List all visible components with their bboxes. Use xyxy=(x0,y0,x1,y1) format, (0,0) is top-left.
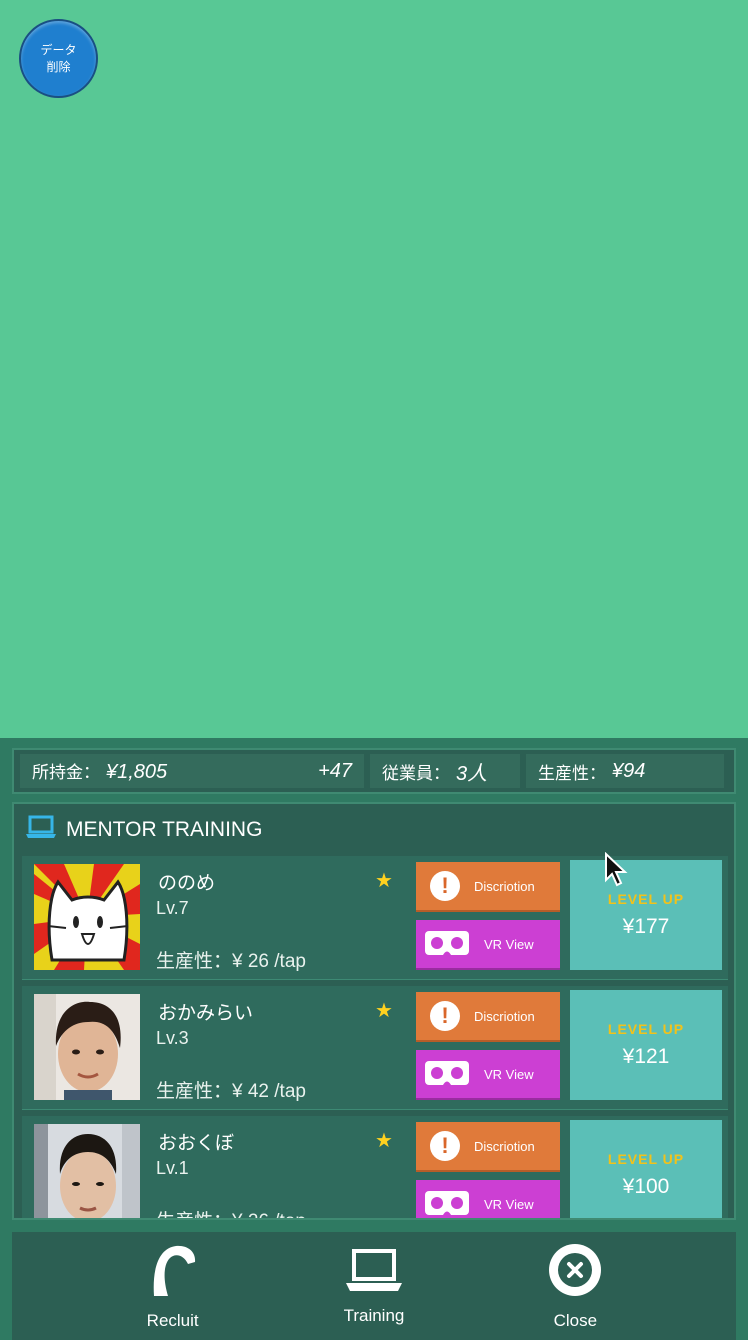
recruit-label: Recluit xyxy=(146,1310,199,1330)
mentor-level: Lv.1 xyxy=(156,1158,189,1178)
laptop-icon xyxy=(344,1247,404,1298)
vr-goggles-icon xyxy=(424,1188,470,1219)
level-up-button[interactable]: LEVEL UP ¥100 xyxy=(570,1120,722,1218)
exclamation-icon: ! xyxy=(430,1001,460,1031)
money-value: ¥1,805 xyxy=(106,761,168,783)
description-label: Discriotion xyxy=(474,878,535,894)
vr-goggles-icon xyxy=(424,1058,470,1091)
money-delta: +47 xyxy=(318,759,352,782)
mentor-level: Lv.7 xyxy=(156,898,189,918)
exclamation-icon: ! xyxy=(430,871,460,901)
employees-stat: 従業員： 3人 xyxy=(370,754,520,788)
level-up-label: LEVEL UP xyxy=(607,1021,685,1037)
training-header: MENTOR TRAINING xyxy=(14,804,734,856)
vr-view-label: VR View xyxy=(484,1066,534,1082)
employees-label: 従業員： xyxy=(382,763,450,783)
description-label: Discriotion xyxy=(474,1138,535,1154)
delete-data-label-line1: データ xyxy=(40,42,77,57)
productivity-label: 生産性： xyxy=(538,763,606,783)
close-label: Close xyxy=(553,1310,598,1330)
description-label: Discriotion xyxy=(474,1008,535,1024)
avatar xyxy=(34,1124,140,1218)
star-icon: ★ xyxy=(375,1130,393,1152)
close-icon xyxy=(547,1242,603,1303)
description-button[interactable]: ! Discriotion xyxy=(416,1122,560,1172)
mentor-name: ののめ xyxy=(158,873,216,894)
vr-view-button[interactable]: VR View xyxy=(416,920,560,970)
mentor-productivity: 生産性：¥ 42 /tap xyxy=(156,1081,306,1102)
level-up-button[interactable]: LEVEL UP ¥177 xyxy=(570,860,722,970)
training-title: MENTOR TRAINING xyxy=(66,818,263,841)
recruit-icon xyxy=(148,1242,198,1303)
bottom-nav: Recluit Training Close xyxy=(12,1232,736,1340)
nav-training-button[interactable]: Training xyxy=(314,1247,434,1326)
laptop-icon xyxy=(24,814,58,846)
mentor-row: おおくぼ ★ Lv.1 生産性：¥ 26 /tap ! Discriotion … xyxy=(22,1116,728,1219)
productivity-value: ¥94 xyxy=(612,759,646,782)
bottom-panel: 所持金： ¥1,805 +47 従業員： 3人 生産性： ¥94 MENTOR TRA… xyxy=(0,738,748,1340)
level-up-label: LEVEL UP xyxy=(607,1151,685,1167)
level-up-label: LEVEL UP xyxy=(607,891,685,907)
level-up-price: ¥100 xyxy=(622,1175,670,1198)
mentor-level: Lv.3 xyxy=(156,1028,189,1048)
level-up-price: ¥177 xyxy=(622,915,670,938)
productivity-stat: 生産性： ¥94 xyxy=(526,754,724,788)
nav-recruit-button[interactable]: Recluit xyxy=(113,1242,233,1331)
stats-bar: 所持金： ¥1,805 +47 従業員： 3人 生産性： ¥94 xyxy=(12,748,736,794)
level-up-button[interactable]: LEVEL UP ¥121 xyxy=(570,990,722,1100)
mentor-name: おおくぼ xyxy=(158,1133,235,1154)
mentor-row: おかみらい ★ Lv.3 生産性：¥ 42 /tap ! Discriotion… xyxy=(22,986,728,1110)
description-button[interactable]: ! Discriotion xyxy=(416,862,560,912)
training-label: Training xyxy=(343,1305,405,1325)
exclamation-icon: ! xyxy=(430,1131,460,1161)
vr-goggles-icon xyxy=(424,928,470,961)
delete-data-label-line2: 削除 xyxy=(46,59,71,74)
avatar xyxy=(34,994,140,1100)
level-up-price: ¥121 xyxy=(622,1045,670,1068)
delete-data-button[interactable]: データ 削除 xyxy=(19,19,98,98)
star-icon: ★ xyxy=(375,1000,393,1022)
vr-view-label: VR View xyxy=(484,936,534,952)
vr-view-button[interactable]: VR View xyxy=(416,1180,560,1219)
game-area[interactable]: データ 削除 xyxy=(0,0,748,738)
vr-view-label: VR View xyxy=(484,1196,534,1212)
money-stat: 所持金： ¥1,805 +47 xyxy=(20,754,364,788)
star-icon: ★ xyxy=(375,870,393,892)
money-label: 所持金： xyxy=(32,763,100,782)
mouse-cursor-icon xyxy=(604,851,630,893)
mentor-productivity: 生産性：¥ 26 /tap xyxy=(156,1206,306,1218)
description-button[interactable]: ! Discriotion xyxy=(416,992,560,1042)
vr-view-button[interactable]: VR View xyxy=(416,1050,560,1100)
nav-close-button[interactable]: Close xyxy=(515,1242,635,1331)
avatar xyxy=(34,864,140,970)
mentor-productivity: 生産性：¥ 26 /tap xyxy=(156,951,306,972)
employees-value: 3人 xyxy=(456,762,488,785)
mentor-name: おかみらい xyxy=(158,1003,254,1024)
